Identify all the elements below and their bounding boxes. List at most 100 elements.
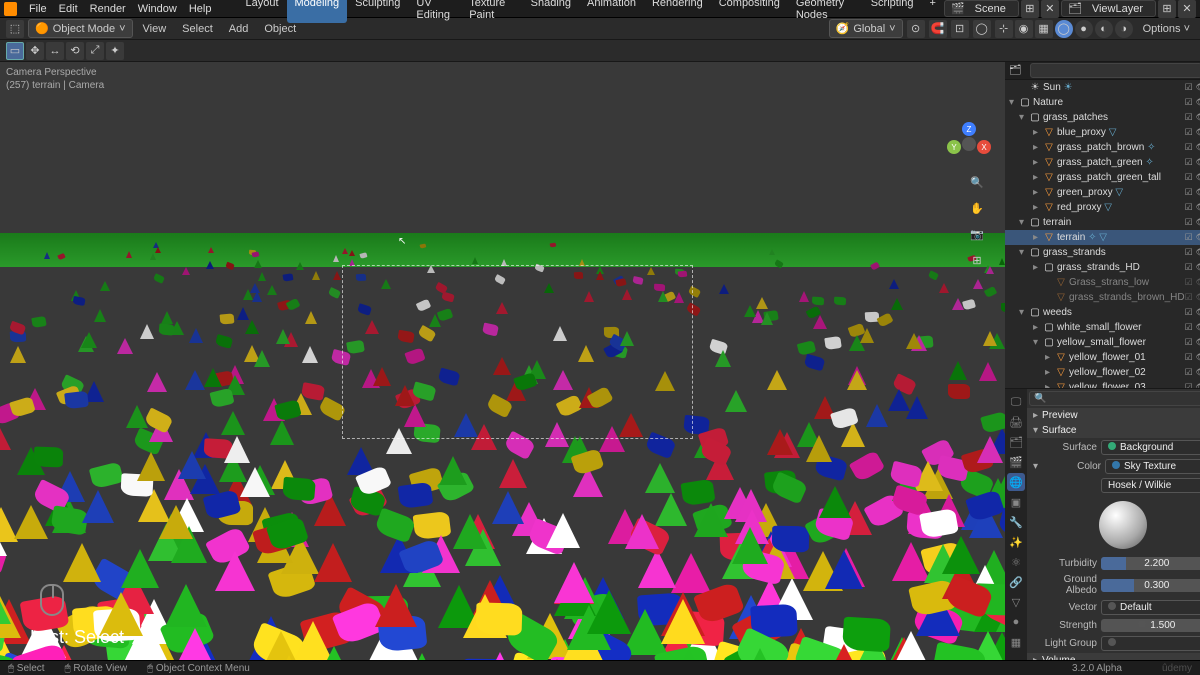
zoom-icon[interactable]: 🔍 bbox=[967, 172, 987, 192]
viewport-3d[interactable]: Camera Perspective (257) terrain | Camer… bbox=[0, 62, 1005, 660]
menu-help[interactable]: Help bbox=[183, 3, 218, 15]
tab-animation[interactable]: Animation bbox=[579, 0, 644, 23]
panel-surface[interactable]: ▾Surface bbox=[1027, 423, 1200, 438]
tree-row[interactable]: ▾▢grass_strands☑👁📷 bbox=[1005, 245, 1200, 260]
shading-rendered-icon[interactable]: ◑ bbox=[1115, 20, 1133, 38]
menu-edit[interactable]: Edit bbox=[53, 3, 84, 15]
pivot-icon[interactable]: ⊙ bbox=[907, 20, 925, 38]
panel-preview[interactable]: ▸Preview bbox=[1027, 408, 1200, 423]
vector-value[interactable]: Default bbox=[1101, 600, 1200, 615]
properties-search[interactable] bbox=[1029, 391, 1200, 406]
outliner-type-icon[interactable]: 🗂 bbox=[1005, 65, 1026, 76]
tree-row[interactable]: ☀Sun ☀☑👁📷 bbox=[1005, 80, 1200, 95]
tree-row[interactable]: ▸▽grass_patch_green ✧☑👁📷 bbox=[1005, 155, 1200, 170]
viewlayer-selector[interactable]: 🗂 ViewLayer bbox=[1061, 0, 1156, 17]
options-dropdown[interactable]: Options ˅ bbox=[1139, 23, 1194, 35]
color-value[interactable]: Sky Texture bbox=[1105, 459, 1200, 474]
editor-type-icon[interactable]: ⬚ bbox=[6, 20, 24, 38]
tree-row[interactable]: ▾▢weeds☑👁📷 bbox=[1005, 305, 1200, 320]
shading-matprev-icon[interactable]: ◐ bbox=[1095, 20, 1113, 38]
viewlayer-new-icon[interactable]: ⊞ bbox=[1158, 0, 1176, 18]
tree-row[interactable]: ▸▽green_proxy ▽☑👁📷 bbox=[1005, 185, 1200, 200]
tree-row[interactable]: ▸▽yellow_flower_02☑👁📷 bbox=[1005, 365, 1200, 380]
tree-row[interactable]: ▸▢grass_strands_HD☑👁📷 bbox=[1005, 260, 1200, 275]
tab-shading[interactable]: Shading bbox=[523, 0, 579, 23]
tree-row[interactable]: ▾▢yellow_small_flower☑👁📷 bbox=[1005, 335, 1200, 350]
prop-tab-data[interactable]: ▽ bbox=[1007, 593, 1025, 611]
tool-rotate-icon[interactable]: ⟲ bbox=[66, 42, 84, 60]
tree-row[interactable]: ▸▽red_proxy ▽☑👁📷 bbox=[1005, 200, 1200, 215]
tree-row[interactable]: ▾▢Nature☑👁📷 bbox=[1005, 95, 1200, 110]
tree-row[interactable]: ▽grass_strands_brown_HD☑👁📷 bbox=[1005, 290, 1200, 305]
tree-row[interactable]: ▸▢white_small_flower☑👁📷 bbox=[1005, 320, 1200, 335]
pan-icon[interactable]: ✋ bbox=[967, 198, 987, 218]
tree-row[interactable]: ▾▢terrain☑👁📷 bbox=[1005, 215, 1200, 230]
sky-preview-sphere[interactable] bbox=[1099, 501, 1147, 549]
surface-value[interactable]: Background bbox=[1101, 440, 1200, 455]
prop-tab-particles[interactable]: ✨ bbox=[1007, 533, 1025, 551]
tab-uv-editing[interactable]: UV Editing bbox=[408, 0, 461, 23]
orientation-selector[interactable]: 🧭 Global ˅ bbox=[829, 19, 903, 38]
nav-gizmo[interactable]: Z Y X bbox=[947, 122, 991, 166]
tab-sculpting[interactable]: Sculpting bbox=[347, 0, 408, 23]
menu-render[interactable]: Render bbox=[84, 3, 132, 15]
tab-modeling[interactable]: Modeling bbox=[287, 0, 348, 23]
tool-scale-icon[interactable]: ⤢ bbox=[86, 42, 104, 60]
prop-tab-modifiers[interactable]: 🔧 bbox=[1007, 513, 1025, 531]
scene-delete-icon[interactable]: ✕ bbox=[1041, 0, 1059, 18]
prop-tab-world[interactable]: 🌐 bbox=[1007, 473, 1025, 491]
shading-wire-icon[interactable]: ◯ bbox=[1055, 20, 1073, 38]
prop-tab-viewlayer[interactable]: 🗂 bbox=[1007, 433, 1025, 451]
tree-row[interactable]: ▸▽blue_proxy ▽☑👁📷 bbox=[1005, 125, 1200, 140]
tool-cursor-icon[interactable]: ✥ bbox=[26, 42, 44, 60]
prop-tab-object[interactable]: ▣ bbox=[1007, 493, 1025, 511]
perspective-icon[interactable]: ⊞ bbox=[967, 250, 987, 270]
overlay-icon[interactable]: ◉ bbox=[1015, 20, 1033, 38]
camera-view-icon[interactable]: 📷 bbox=[967, 224, 987, 244]
menu-window[interactable]: Window bbox=[132, 3, 183, 15]
mode-selector[interactable]: 🟠 Object Mode ˅ bbox=[28, 19, 133, 38]
strength-value[interactable]: 1.500 bbox=[1101, 619, 1200, 632]
header-view[interactable]: View bbox=[137, 23, 173, 35]
tool-move-icon[interactable]: ↔ bbox=[46, 42, 64, 60]
panel-volume[interactable]: ▸Volume bbox=[1027, 653, 1200, 660]
prop-tab-material[interactable]: ● bbox=[1007, 613, 1025, 631]
prop-tab-output[interactable]: 🖨 bbox=[1007, 413, 1025, 431]
header-add[interactable]: Add bbox=[223, 23, 255, 35]
tree-row[interactable]: ▾▢grass_patches☑👁📷 bbox=[1005, 110, 1200, 125]
scene-new-icon[interactable]: ⊞ bbox=[1021, 0, 1039, 18]
snap-icon[interactable]: 🧲 bbox=[929, 20, 947, 38]
tab-rendering[interactable]: Rendering bbox=[644, 0, 711, 23]
tree-row[interactable]: ▽Grass_strans_low☑👁📷 bbox=[1005, 275, 1200, 290]
sky-model[interactable]: Hosek / Wilkie˅ bbox=[1101, 478, 1200, 493]
shading-solid-icon[interactable]: ● bbox=[1075, 20, 1093, 38]
outliner[interactable]: 🗂 ▿ ☀Sun ☀☑👁📷▾▢Nature☑👁📷▾▢grass_patches☑… bbox=[1005, 62, 1200, 388]
scene-selector[interactable]: 🎬 Scene bbox=[944, 0, 1019, 17]
viewlayer-delete-icon[interactable]: ✕ bbox=[1178, 0, 1196, 18]
tool-transform-icon[interactable]: ✦ bbox=[106, 42, 124, 60]
tab-compositing[interactable]: Compositing bbox=[711, 0, 788, 23]
tab-layout[interactable]: Layout bbox=[237, 0, 286, 23]
albedo-value[interactable]: 0.300 bbox=[1101, 579, 1200, 592]
xray-icon[interactable]: ▦ bbox=[1035, 20, 1053, 38]
turbidity-value[interactable]: 2.200 bbox=[1101, 557, 1200, 570]
outliner-search[interactable] bbox=[1030, 63, 1200, 78]
tree-row[interactable]: ▸▽terrain ✧ ▽☑👁📷 bbox=[1005, 230, 1200, 245]
tree-row[interactable]: ▸▽yellow_flower_01☑👁📷 bbox=[1005, 350, 1200, 365]
prop-tab-scene[interactable]: 🎬 bbox=[1007, 453, 1025, 471]
tree-row[interactable]: ▸▽yellow_flower_03☑👁📷 bbox=[1005, 380, 1200, 388]
prop-tab-physics[interactable]: ⚛ bbox=[1007, 553, 1025, 571]
snap-target-icon[interactable]: ⊡ bbox=[951, 20, 969, 38]
tab-texture-paint[interactable]: Texture Paint bbox=[461, 0, 522, 23]
proportional-icon[interactable]: ◯ bbox=[973, 20, 991, 38]
menu-file[interactable]: File bbox=[23, 3, 53, 15]
prop-tab-texture[interactable]: ▦ bbox=[1007, 633, 1025, 651]
prop-tab-constraints[interactable]: 🔗 bbox=[1007, 573, 1025, 591]
tree-row[interactable]: ▸▽grass_patch_brown ✧☑👁📷 bbox=[1005, 140, 1200, 155]
prop-tab-render[interactable]: 🖵 bbox=[1007, 393, 1025, 411]
lightgroup-value[interactable] bbox=[1101, 636, 1200, 651]
header-object[interactable]: Object bbox=[258, 23, 302, 35]
tool-select-box-icon[interactable]: ▭ bbox=[6, 42, 24, 60]
tree-row[interactable]: ▸▽grass_patch_green_tall☑👁📷 bbox=[1005, 170, 1200, 185]
header-select[interactable]: Select bbox=[176, 23, 219, 35]
